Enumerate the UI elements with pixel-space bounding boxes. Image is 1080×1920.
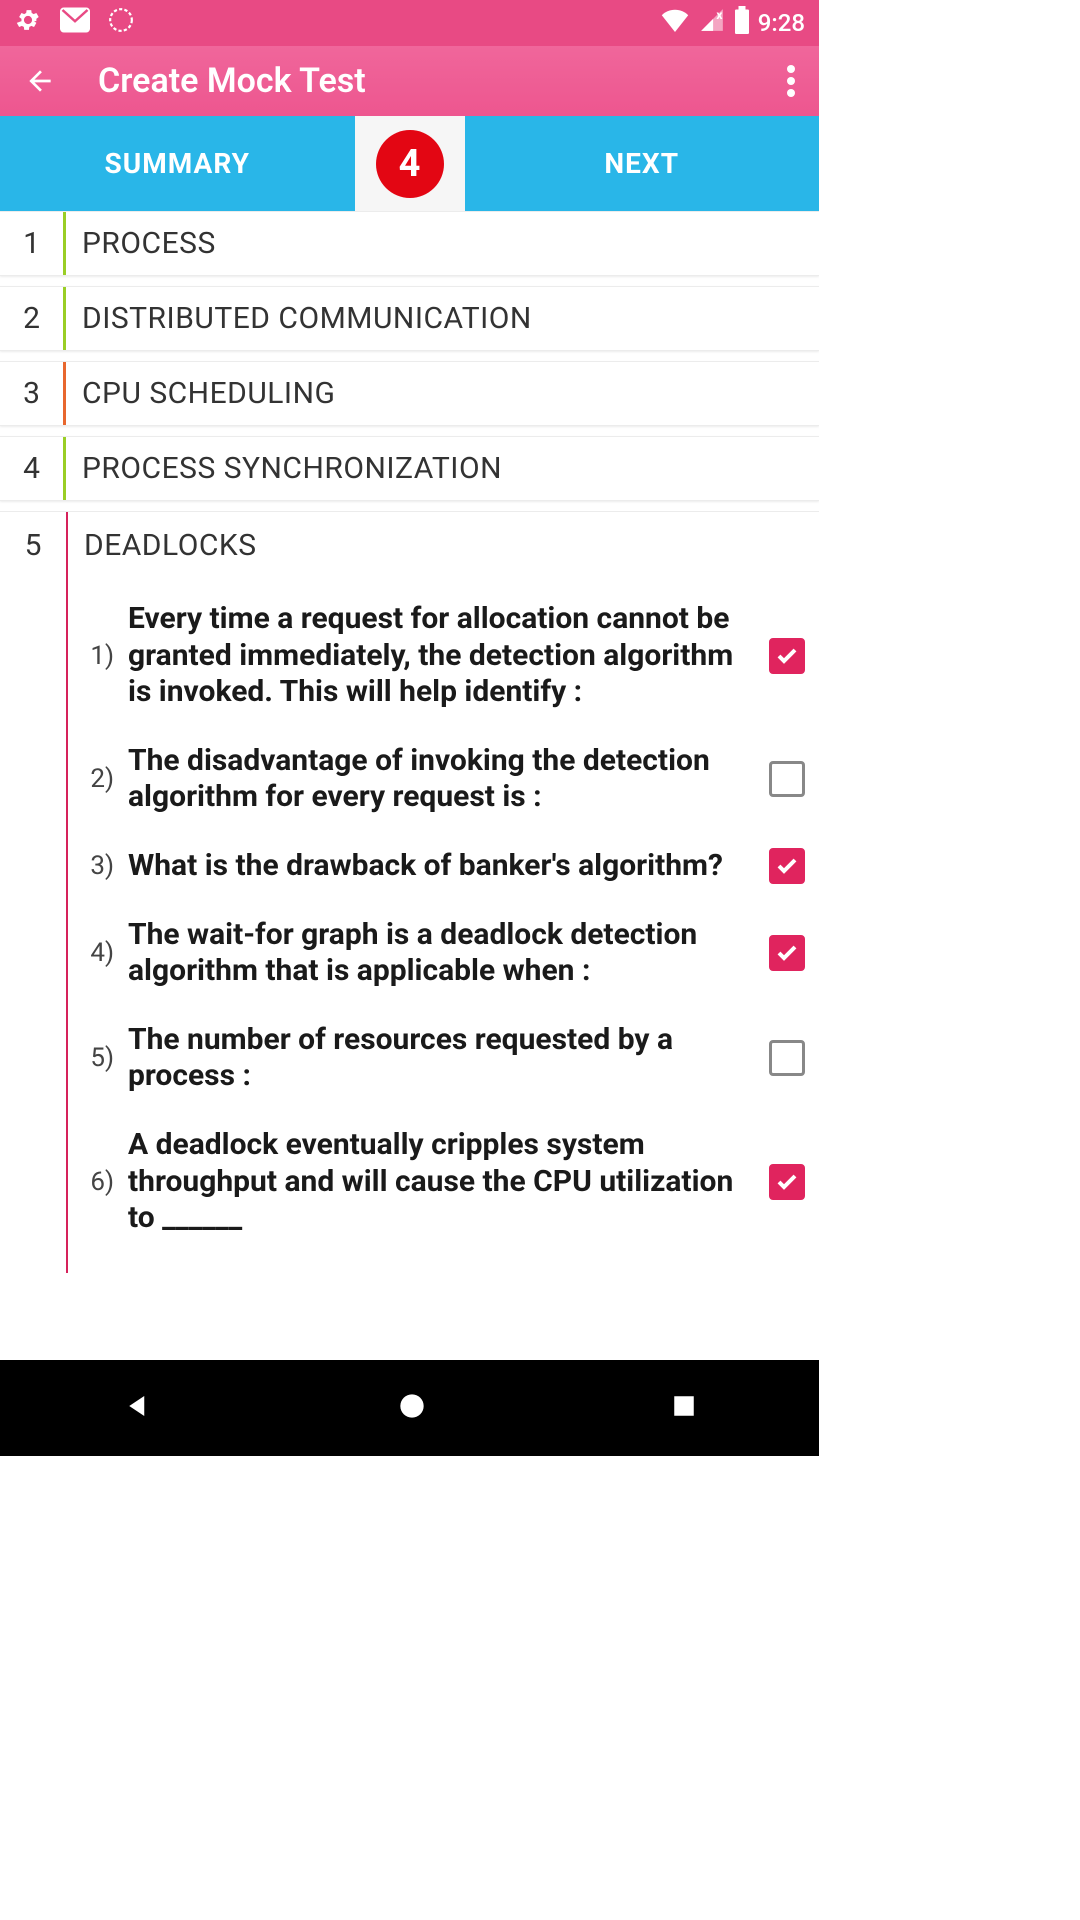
gear-icon bbox=[14, 6, 42, 40]
question-number: 3) bbox=[68, 851, 114, 881]
section-row[interactable]: 2 DISTRIBUTED COMMUNICATION bbox=[0, 286, 819, 351]
question-text: What is the drawback of banker's algorit… bbox=[128, 848, 755, 885]
question-text: The wait-for graph is a deadlock detecti… bbox=[128, 917, 755, 990]
android-navbar bbox=[0, 1360, 819, 1456]
sections-scroll[interactable]: 1 PROCESS 2 DISTRIBUTED COMMUNICATION 3 … bbox=[0, 211, 819, 1360]
question-number: 1) bbox=[68, 641, 114, 671]
tab-bar: SUMMARY 4 NEXT bbox=[0, 116, 819, 211]
question-text: Every time a request for allocation cann… bbox=[128, 601, 755, 711]
battery-icon bbox=[734, 6, 750, 40]
selected-count-badge: 4 bbox=[376, 130, 444, 198]
section-number: 3 bbox=[0, 362, 66, 425]
status-right: x 9:28 bbox=[660, 6, 805, 40]
signal-icon: x bbox=[698, 7, 726, 39]
circle-icon bbox=[108, 7, 134, 39]
question-row[interactable]: 1) Every time a request for allocation c… bbox=[68, 585, 819, 727]
question-row[interactable]: 3) What is the drawback of banker's algo… bbox=[68, 832, 819, 901]
section-row-expanded: 5 DEADLOCKS 1) Every time a request for … bbox=[0, 511, 819, 1273]
back-button-icon[interactable] bbox=[123, 1391, 153, 1425]
section-title: DISTRIBUTED COMMUNICATION bbox=[66, 287, 548, 350]
question-number: 5) bbox=[68, 1043, 114, 1073]
question-row[interactable]: 6) A deadlock eventually cripples system… bbox=[68, 1111, 819, 1253]
question-text: A deadlock eventually cripples system th… bbox=[128, 1127, 755, 1237]
status-time: 9:28 bbox=[758, 9, 805, 37]
question-checkbox[interactable] bbox=[769, 1164, 805, 1200]
section-title: PROCESS SYNCHRONIZATION bbox=[66, 437, 518, 500]
tab-count-indicator: 4 bbox=[355, 116, 465, 211]
recent-button-icon[interactable] bbox=[671, 1393, 697, 1423]
tab-summary[interactable]: SUMMARY bbox=[0, 116, 355, 211]
section-title: CPU SCHEDULING bbox=[66, 362, 351, 425]
question-text: The disadvantage of invoking the detecti… bbox=[128, 743, 755, 816]
question-checkbox[interactable] bbox=[769, 935, 805, 971]
question-number: 2) bbox=[68, 764, 114, 794]
more-vert-icon[interactable] bbox=[787, 65, 795, 97]
status-left bbox=[14, 6, 134, 40]
question-text: The number of resources requested by a p… bbox=[128, 1022, 755, 1095]
section-number: 2 bbox=[0, 287, 66, 350]
section-row[interactable]: 3 CPU SCHEDULING bbox=[0, 361, 819, 426]
mail-icon bbox=[60, 7, 90, 39]
page-title: Create Mock Test bbox=[98, 61, 745, 101]
section-title: PROCESS bbox=[66, 212, 232, 275]
section-number: 1 bbox=[0, 212, 66, 275]
question-number: 6) bbox=[68, 1167, 114, 1197]
svg-text:x: x bbox=[716, 8, 722, 22]
wifi-icon bbox=[660, 8, 690, 38]
question-number: 4) bbox=[68, 938, 114, 968]
app-bar: Create Mock Test bbox=[0, 46, 819, 116]
section-number: 5 bbox=[0, 512, 66, 1273]
section-row[interactable]: 4 PROCESS SYNCHRONIZATION bbox=[0, 436, 819, 501]
question-row[interactable]: 2) The disadvantage of invoking the dete… bbox=[68, 727, 819, 832]
question-checkbox[interactable] bbox=[769, 848, 805, 884]
section-number: 4 bbox=[0, 437, 66, 500]
question-list: 1) Every time a request for allocation c… bbox=[68, 581, 819, 1273]
section-title[interactable]: DEADLOCKS bbox=[68, 512, 819, 581]
status-bar: x 9:28 bbox=[0, 0, 819, 46]
question-checkbox[interactable] bbox=[769, 638, 805, 674]
question-row[interactable]: 5) The number of resources requested by … bbox=[68, 1006, 819, 1111]
question-checkbox[interactable] bbox=[769, 761, 805, 797]
tab-next[interactable]: NEXT bbox=[465, 116, 820, 211]
section-row[interactable]: 1 PROCESS bbox=[0, 211, 819, 276]
question-row[interactable]: 4) The wait-for graph is a deadlock dete… bbox=[68, 901, 819, 1006]
back-arrow-icon[interactable] bbox=[24, 65, 56, 97]
question-checkbox[interactable] bbox=[769, 1040, 805, 1076]
home-button-icon[interactable] bbox=[398, 1392, 426, 1424]
